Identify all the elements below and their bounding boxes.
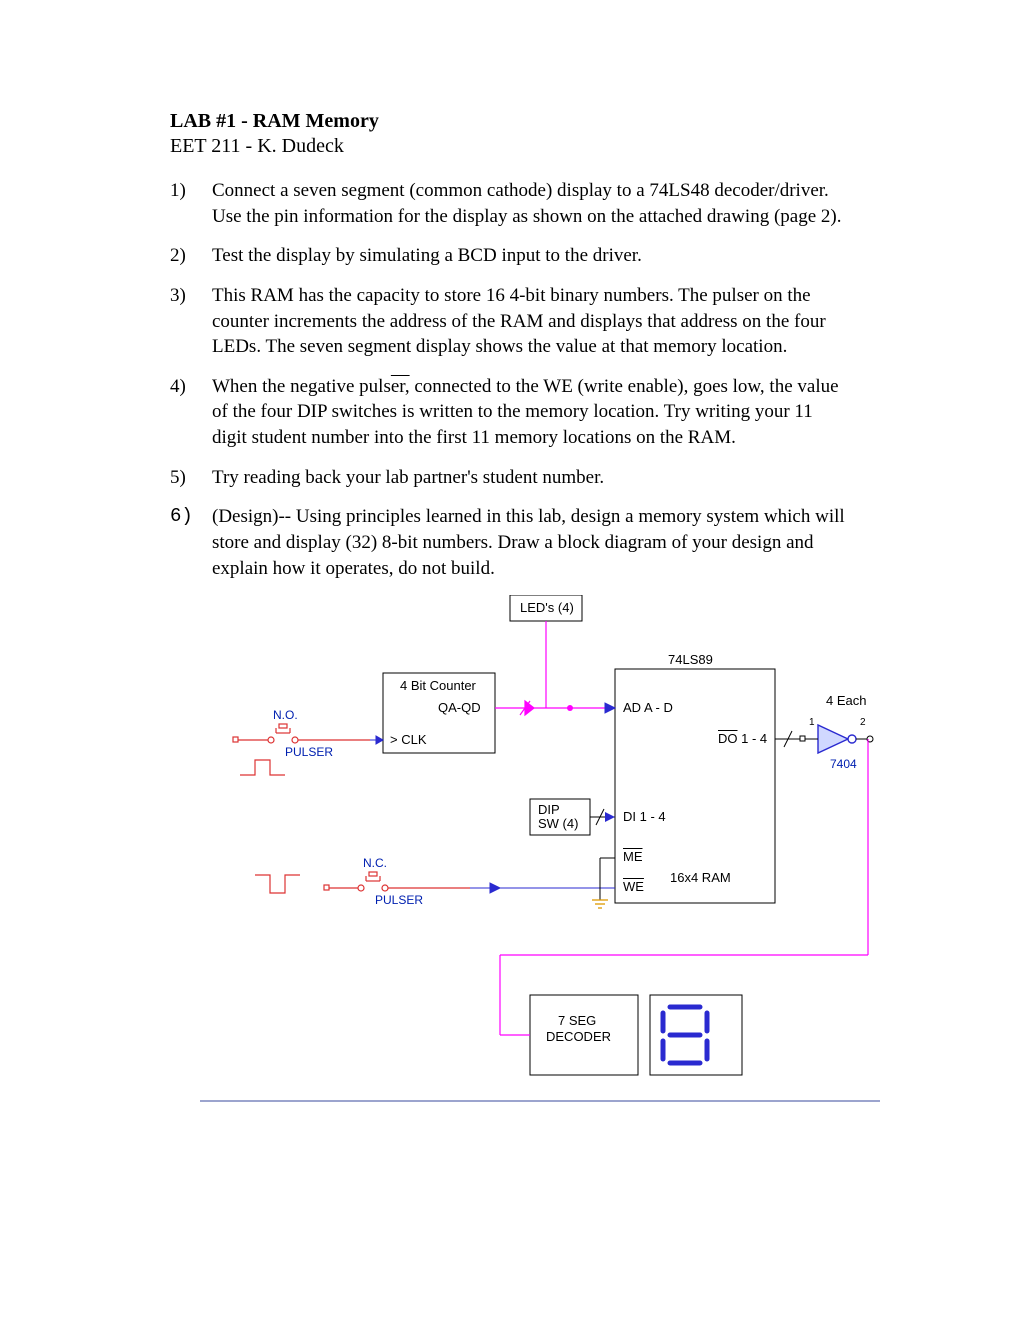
label-7seg-2: DECODER: [546, 1029, 611, 1044]
page-title: LAB #1 - RAM Memory: [170, 110, 850, 133]
label-no: N.O.: [273, 708, 298, 722]
list-number: 6): [170, 504, 193, 530]
list-number: 5): [170, 465, 186, 491]
label-me: ME: [623, 849, 643, 864]
page-subtitle: EET 211 - K. Dudeck: [170, 135, 850, 158]
label-7seg-1: 7 SEG: [558, 1013, 596, 1028]
label-ram-chip: 74LS89: [668, 652, 713, 667]
label-we: WE: [623, 879, 644, 894]
label-clk: > CLK: [390, 732, 427, 747]
label-leds: LED's (4): [520, 600, 574, 615]
list-item: 3) This RAM has the capacity to store 16 …: [170, 283, 850, 360]
steps-list: 1) Connect a seven segment (common cathod…: [170, 178, 850, 581]
label-dip: DIP: [538, 802, 560, 817]
label-qa-qd: QA-QD: [438, 700, 481, 715]
list-text: Test the display by simulating a BCD inp…: [212, 245, 642, 266]
label-7404: 7404: [830, 757, 857, 771]
list-number: 2): [170, 243, 186, 269]
list-number: 1): [170, 178, 186, 204]
label-di: DI 1 - 4: [623, 809, 666, 824]
list-item: 1) Connect a seven segment (common cathod…: [170, 178, 850, 229]
list-text: (Design)-- Using principles learned in t…: [212, 506, 845, 578]
label-counter: 4 Bit Counter: [400, 678, 476, 693]
label-pulser-1: PULSER: [285, 745, 333, 759]
list-item: 5) Try reading back your lab partner's st…: [170, 465, 850, 491]
label-pin1: 1: [809, 717, 815, 728]
list-text: Try reading back your lab partner's stud…: [212, 467, 604, 488]
list-item: 6) (Design)-- Using principles learned in…: [170, 504, 850, 581]
list-item: 2) Test the display by simulating a BCD i…: [170, 243, 850, 269]
list-text: Connect a seven segment (common cathode)…: [212, 180, 841, 227]
list-item: 4) When the negative pulser, connected to…: [170, 374, 850, 451]
label-do: DO 1 - 4: [718, 731, 767, 746]
label-ad: AD A - D: [623, 700, 673, 715]
label-pin2: 2: [860, 717, 866, 728]
label-4each: 4 Each: [826, 693, 866, 708]
circuit-diagram: LED's (4) 4 Bit Counter QA-QD > CLK N.O.…: [200, 595, 880, 1135]
list-text: This RAM has the capacity to store 16 4-…: [212, 285, 826, 357]
list-number: 4): [170, 374, 186, 400]
label-dip2: SW (4): [538, 816, 578, 831]
label-ram: 16x4 RAM: [670, 870, 731, 885]
list-number: 3): [170, 283, 186, 309]
list-text: When the negative pulser, connected to t…: [212, 376, 839, 448]
label-pulser-2: PULSER: [375, 893, 423, 907]
label-nc: N.C.: [363, 856, 387, 870]
